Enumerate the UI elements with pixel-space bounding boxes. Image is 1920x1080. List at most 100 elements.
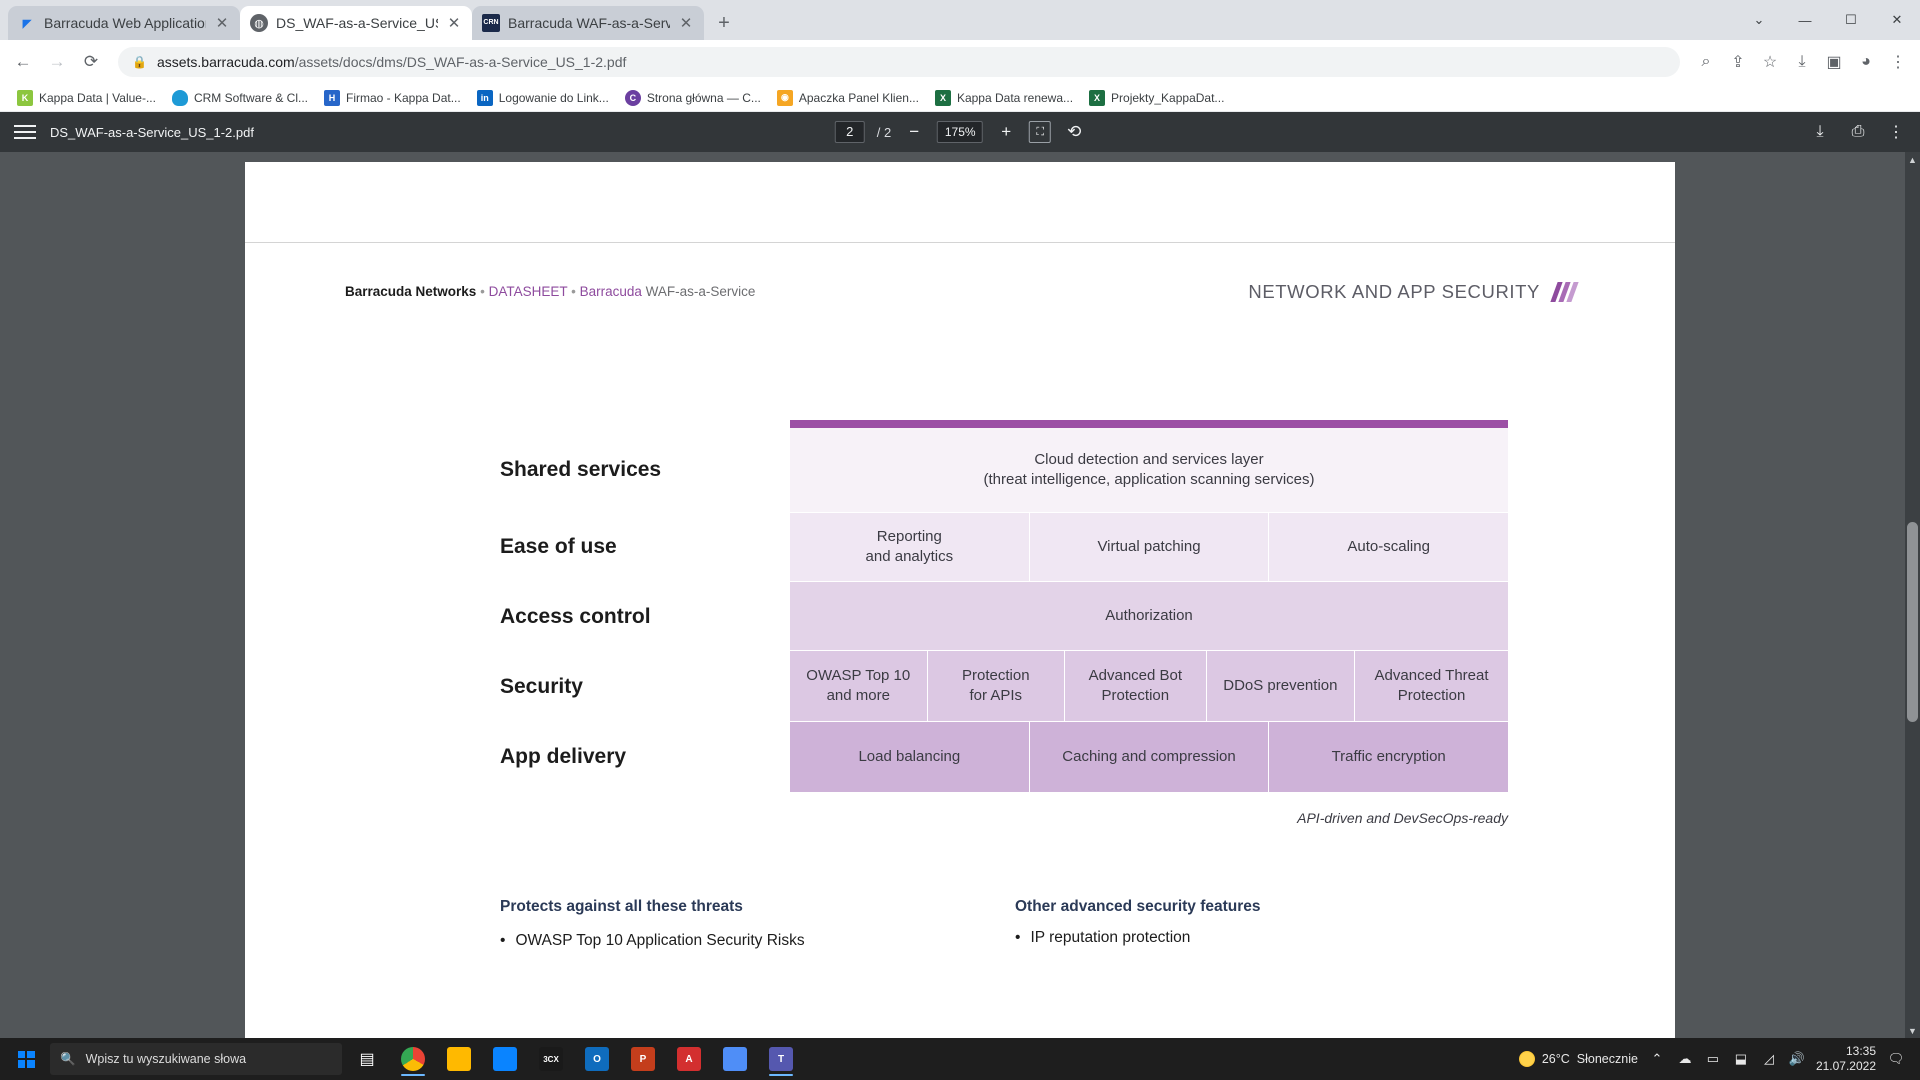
sun-icon bbox=[1518, 1051, 1535, 1067]
chrome-menu-chevron-icon[interactable]: ⌄ bbox=[1736, 0, 1782, 40]
bookmark-item-7[interactable]: X Projekty_KappaDat... bbox=[1082, 87, 1231, 109]
task-view-icon[interactable]: ▤ bbox=[346, 1040, 388, 1078]
barracuda-slashes-icon bbox=[1550, 281, 1579, 302]
download-icon[interactable]: ⤓ bbox=[1788, 48, 1816, 76]
close-icon[interactable]: ✕ bbox=[678, 15, 694, 32]
maximize-button[interactable]: ☐ bbox=[1828, 0, 1874, 40]
back-button[interactable]: ← bbox=[8, 47, 38, 77]
bookmark-item-2[interactable]: H Firmao - Kappa Dat... bbox=[317, 87, 468, 109]
scroll-down-arrow-icon[interactable]: ▼ bbox=[1905, 1023, 1920, 1038]
bookmark-item-0[interactable]: K Kappa Data | Value-... bbox=[10, 87, 163, 109]
taskbar-app-powerpoint[interactable]: P bbox=[622, 1040, 664, 1078]
windows-start-icon[interactable] bbox=[6, 1040, 46, 1078]
teams-icon: T bbox=[769, 1047, 793, 1071]
browser-tab-0[interactable]: ◤ Barracuda Web Application Firew ✕ bbox=[8, 6, 240, 40]
list-item-text: IP reputation protection bbox=[1030, 929, 1191, 946]
notification-icon[interactable]: 🗨 bbox=[1886, 1051, 1906, 1067]
bookmark-star-icon[interactable]: ☆ bbox=[1756, 48, 1784, 76]
fit-page-icon[interactable]: ⛶ bbox=[1029, 121, 1052, 143]
close-window-button[interactable]: ✕ bbox=[1874, 0, 1920, 40]
bookmark-label: Kappa Data | Value-... bbox=[39, 90, 156, 105]
taskbar-app-teams[interactable]: T bbox=[760, 1040, 802, 1078]
zoom-level-display[interactable]: 175% bbox=[937, 121, 984, 143]
more-vertical-icon[interactable]: ⋮ bbox=[1886, 122, 1906, 142]
profile-icon[interactable]: ◕ bbox=[1852, 48, 1880, 76]
share-icon[interactable]: ⇪ bbox=[1724, 48, 1752, 76]
chrome-icon bbox=[401, 1047, 425, 1071]
diagram-label-4: App delivery bbox=[500, 745, 627, 768]
excel-icon: X bbox=[1089, 89, 1106, 106]
forward-button[interactable]: → bbox=[42, 47, 72, 77]
taskbar-app-acrobat[interactable]: A bbox=[668, 1040, 710, 1078]
monitor-icon[interactable]: ▭ bbox=[1704, 1051, 1722, 1067]
hamburger-icon[interactable] bbox=[14, 125, 36, 139]
vertical-scrollbar[interactable]: ▲ ▼ bbox=[1905, 152, 1920, 1038]
clock-time: 13:35 bbox=[1845, 1044, 1876, 1058]
scroll-up-arrow-icon[interactable]: ▲ bbox=[1905, 152, 1920, 167]
bookmark-item-1[interactable]: CRM Software & Cl... bbox=[165, 87, 315, 109]
zoom-in-button[interactable]: + bbox=[995, 121, 1017, 143]
pdf-scroll-area[interactable]: Barracuda Networks • DATASHEET • Barracu… bbox=[0, 152, 1920, 1038]
diagram-label-2: Access control bbox=[500, 605, 651, 628]
diagram-row-labels: Shared services Ease of use Access contr… bbox=[470, 420, 790, 792]
chevron-up-icon[interactable]: ⌃ bbox=[1648, 1051, 1666, 1067]
diagram-cell: Cloud detection and services layer (thre… bbox=[790, 428, 1508, 512]
taskbar-app-store[interactable] bbox=[484, 1040, 526, 1078]
diagram-label-1: Ease of use bbox=[500, 535, 617, 558]
taskbar-app-outlook[interactable]: O bbox=[576, 1040, 618, 1078]
extensions-icon[interactable]: ▣ bbox=[1820, 48, 1848, 76]
taskbar-app-photos[interactable] bbox=[714, 1040, 756, 1078]
diagram-row-access-control: Authorization bbox=[790, 581, 1508, 650]
diagram-row-shared-services: Cloud detection and services layer (thre… bbox=[790, 428, 1508, 512]
taskbar-app-explorer[interactable] bbox=[438, 1040, 480, 1078]
diagram-label-0: Shared services bbox=[500, 458, 662, 481]
tab-title: Barracuda Web Application Firew bbox=[44, 15, 206, 31]
diagram-accent-bar bbox=[790, 420, 1508, 428]
diagram-cell: Traffic encryption bbox=[1269, 722, 1509, 792]
lock-icon: 🔒 bbox=[132, 55, 147, 69]
zoom-out-button[interactable]: − bbox=[903, 121, 925, 143]
weather-widget[interactable]: 26°C Słonecznie bbox=[1518, 1051, 1638, 1067]
address-bar[interactable]: 🔒 assets.barracuda.com/assets/docs/dms/D… bbox=[118, 47, 1680, 77]
zoom-icon[interactable]: ⌕ bbox=[1692, 48, 1720, 76]
cloud-icon[interactable]: ☁ bbox=[1676, 1051, 1694, 1067]
bookmark-item-6[interactable]: X Kappa Data renewa... bbox=[928, 87, 1080, 109]
close-icon[interactable]: ✕ bbox=[446, 15, 462, 32]
scrollbar-thumb[interactable] bbox=[1907, 522, 1918, 722]
page-number-input[interactable]: 2 bbox=[834, 121, 865, 143]
pdf-icon: ◍ bbox=[250, 14, 268, 32]
taskbar-app-3cx[interactable]: 3CX bbox=[530, 1040, 572, 1078]
bullet-icon: • bbox=[500, 932, 506, 949]
search-placeholder: Wpisz tu wyszukiwane słowa bbox=[85, 1052, 247, 1066]
network-icon[interactable]: ◿ bbox=[1760, 1051, 1778, 1067]
download-icon[interactable]: ⤓ bbox=[1810, 123, 1830, 141]
apaczka-icon: ◉ bbox=[776, 89, 793, 106]
bookmark-item-5[interactable]: ◉ Apaczka Panel Klien... bbox=[770, 87, 926, 109]
kappa-icon: K bbox=[17, 89, 33, 106]
menu-icon[interactable]: ⋮ bbox=[1884, 48, 1912, 76]
print-icon[interactable]: ⎙ bbox=[1848, 123, 1868, 141]
diagram-cell: Load balancing bbox=[790, 722, 1030, 792]
pdf-actions: ⤓ ⎙ ⋮ bbox=[1810, 122, 1906, 142]
minimize-button[interactable]: — bbox=[1782, 0, 1828, 40]
rotate-icon[interactable]: ⟲ bbox=[1063, 121, 1085, 143]
bookmark-item-3[interactable]: in Logowanie do Link... bbox=[470, 87, 616, 109]
taskbar-search-input[interactable]: 🔍 Wpisz tu wyszukiwane słowa bbox=[50, 1043, 342, 1075]
usb-icon[interactable]: ⬓ bbox=[1732, 1051, 1750, 1067]
diagram-cell: Virtual patching bbox=[1029, 513, 1270, 581]
firmao-icon: H bbox=[324, 89, 340, 106]
volume-icon[interactable]: 🔊 bbox=[1788, 1051, 1806, 1067]
close-icon[interactable]: ✕ bbox=[214, 15, 230, 32]
list-item: • IP reputation protection bbox=[1015, 929, 1445, 947]
browser-tab-2[interactable]: CRN Barracuda WAF-as-a-Service - CR ✕ bbox=[472, 6, 704, 40]
diagram-row-app-delivery: Load balancing Caching and compression T… bbox=[790, 721, 1509, 792]
list-item: • OWASP Top 10 Application Security Risk… bbox=[500, 932, 930, 950]
browser-tab-1[interactable]: ◍ DS_WAF-as-a-Service_US_1-2.pdf ✕ bbox=[240, 6, 472, 40]
new-tab-button[interactable]: + bbox=[710, 9, 738, 37]
reload-button[interactable]: ⟳ bbox=[76, 47, 106, 77]
footer-company: Barracuda Networks bbox=[345, 284, 477, 299]
pdf-page-2: Shared services Ease of use Access contr… bbox=[245, 340, 1675, 1038]
taskbar-app-chrome[interactable] bbox=[392, 1040, 434, 1078]
taskbar-clock[interactable]: 13:35 21.07.2022 bbox=[1816, 1044, 1876, 1074]
bookmark-item-4[interactable]: C Strona główna — C... bbox=[618, 87, 768, 109]
